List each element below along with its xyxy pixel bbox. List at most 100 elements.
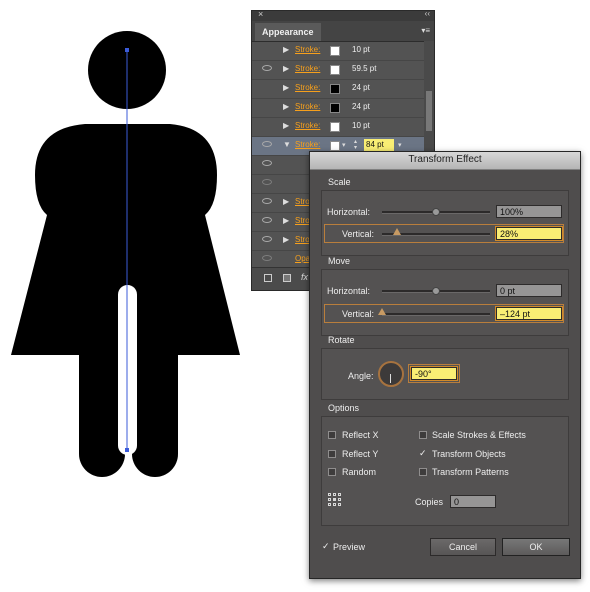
dialog-title: Transform Effect bbox=[408, 154, 482, 165]
add-stroke-icon[interactable] bbox=[264, 274, 272, 282]
appearance-row[interactable]: ▶ Stroke: 59.5 pt bbox=[252, 61, 424, 80]
stroke-weight-input[interactable]: 84 pt bbox=[364, 139, 394, 151]
stroke-link[interactable]: Stroke: bbox=[295, 140, 320, 149]
stroke-link[interactable]: Stro bbox=[295, 197, 310, 206]
scrollbar-thumb[interactable] bbox=[426, 91, 432, 131]
add-fill-icon[interactable] bbox=[283, 274, 291, 282]
move-vertical-input[interactable]: –124 pt bbox=[495, 306, 563, 321]
woman-figure-artwork[interactable] bbox=[0, 0, 250, 500]
expand-triangle-icon[interactable]: ▶ bbox=[283, 235, 289, 244]
visibility-eye-icon[interactable] bbox=[262, 141, 272, 147]
collapse-icon[interactable]: ‹‹ bbox=[425, 9, 430, 18]
transform-patterns-label[interactable]: Transform Patterns bbox=[432, 467, 509, 477]
close-icon[interactable]: × bbox=[258, 9, 263, 19]
appearance-row[interactable]: ▶ Stroke: 10 pt bbox=[252, 42, 424, 61]
appearance-row[interactable]: ▶ Stroke: 24 pt bbox=[252, 99, 424, 118]
move-horizontal-input[interactable]: 0 pt bbox=[496, 284, 562, 297]
stroke-swatch[interactable] bbox=[330, 141, 340, 151]
transform-patterns-checkbox[interactable] bbox=[419, 468, 427, 476]
expand-triangle-icon[interactable]: ▶ bbox=[283, 64, 289, 73]
move-group: Move Horizontal: 0 pt Vertical: –124 pt bbox=[321, 256, 569, 336]
rotate-group-title: Rotate bbox=[328, 335, 355, 345]
stroke-link[interactable]: Stroke: bbox=[295, 121, 320, 130]
expand-triangle-icon[interactable]: ▶ bbox=[283, 197, 289, 206]
cancel-button[interactable]: Cancel bbox=[430, 538, 496, 556]
move-group-title: Move bbox=[328, 256, 351, 266]
preview-label[interactable]: Preview bbox=[333, 542, 365, 552]
reflect-y-label[interactable]: Reflect Y bbox=[342, 449, 378, 459]
visibility-eye-icon[interactable] bbox=[262, 217, 272, 223]
scale-group: Scale Horizontal: 100% Vertical: 28% bbox=[321, 177, 569, 256]
transform-objects-checkbox[interactable]: ✓ bbox=[419, 448, 427, 459]
stroke-weight[interactable]: 10 pt bbox=[352, 121, 370, 130]
dialog-titlebar[interactable]: Transform Effect bbox=[310, 152, 580, 170]
scale-strokes-label[interactable]: Scale Strokes & Effects bbox=[432, 430, 526, 440]
stroke-weight[interactable]: 24 pt bbox=[352, 102, 370, 111]
appearance-row[interactable]: ▶ Stroke: 10 pt bbox=[252, 118, 424, 137]
random-checkbox[interactable] bbox=[328, 468, 336, 476]
selection-anchor-top bbox=[125, 48, 129, 52]
copies-label: Copies bbox=[415, 497, 444, 507]
options-group: Options Reflect X Reflect Y Random Scale… bbox=[321, 403, 569, 526]
stroke-swatch[interactable] bbox=[330, 103, 340, 113]
opacity-link[interactable]: Opa bbox=[295, 254, 310, 263]
move-vertical-knob[interactable] bbox=[378, 308, 386, 315]
ok-button[interactable]: OK bbox=[502, 538, 570, 556]
panel-menu-icon[interactable]: ▾≡ bbox=[421, 26, 430, 35]
reflect-x-label[interactable]: Reflect X bbox=[342, 430, 379, 440]
stroke-swatch[interactable] bbox=[330, 65, 340, 75]
reflect-x-checkbox[interactable] bbox=[328, 431, 336, 439]
visibility-eye-icon[interactable] bbox=[262, 236, 272, 242]
appearance-row[interactable]: ▶ Stroke: 24 pt bbox=[252, 80, 424, 99]
scale-horizontal-input[interactable]: 100% bbox=[496, 205, 562, 218]
stroke-link[interactable]: Stroke: bbox=[295, 64, 320, 73]
panel-tabbar: Appearance ▾≡ bbox=[252, 21, 434, 42]
rotate-angle-dial[interactable] bbox=[378, 361, 404, 387]
scale-vertical-input[interactable]: 28% bbox=[495, 226, 563, 241]
selection-anchor-bottom bbox=[125, 448, 129, 452]
rotate-angle-input[interactable]: -90° bbox=[410, 366, 458, 381]
move-vertical-slider[interactable] bbox=[382, 313, 490, 316]
stroke-weight[interactable]: 10 pt bbox=[352, 45, 370, 54]
fx-icon[interactable]: fx bbox=[301, 272, 308, 282]
expand-triangle-icon[interactable]: ▶ bbox=[283, 216, 289, 225]
scale-horizontal-knob[interactable] bbox=[432, 208, 440, 216]
visibility-eye-icon[interactable] bbox=[262, 255, 272, 261]
scale-vertical-knob[interactable] bbox=[393, 228, 401, 235]
visibility-eye-icon[interactable] bbox=[262, 198, 272, 204]
rotate-angle-label: Angle: bbox=[348, 371, 374, 381]
tab-appearance[interactable]: Appearance bbox=[255, 23, 321, 41]
expand-triangle-icon[interactable]: ▶ bbox=[283, 45, 289, 54]
visibility-eye-icon[interactable] bbox=[262, 179, 272, 185]
stroke-link[interactable]: Stro bbox=[295, 216, 310, 225]
scale-group-title: Scale bbox=[328, 177, 351, 187]
visibility-eye-icon[interactable] bbox=[262, 160, 272, 166]
copies-input[interactable]: 0 bbox=[450, 495, 496, 508]
random-label[interactable]: Random bbox=[342, 467, 376, 477]
weight-stepper-icon[interactable]: ▴ ▾ bbox=[354, 139, 357, 151]
weight-dropdown-icon[interactable]: ▾ bbox=[398, 141, 402, 149]
stroke-link[interactable]: Stroke: bbox=[295, 45, 320, 54]
scale-strokes-checkbox[interactable] bbox=[419, 431, 427, 439]
stroke-link[interactable]: Stroke: bbox=[295, 102, 320, 111]
stroke-swatch[interactable] bbox=[330, 122, 340, 132]
stroke-link[interactable]: Stroke: bbox=[295, 83, 320, 92]
stroke-swatch[interactable] bbox=[330, 46, 340, 56]
transform-objects-label[interactable]: Transform Objects bbox=[432, 449, 506, 459]
move-horizontal-knob[interactable] bbox=[432, 287, 440, 295]
visibility-eye-icon[interactable] bbox=[262, 65, 272, 71]
stroke-weight[interactable]: 24 pt bbox=[352, 83, 370, 92]
expand-triangle-icon[interactable]: ▶ bbox=[283, 83, 289, 92]
reference-point-icon[interactable] bbox=[328, 493, 342, 507]
expand-triangle-icon[interactable]: ▶ bbox=[283, 121, 289, 130]
panel-topbar: × ‹‹ bbox=[252, 9, 434, 21]
stroke-link[interactable]: Stro bbox=[295, 235, 310, 244]
preview-checkbox[interactable]: ✓ bbox=[322, 541, 330, 552]
expand-triangle-icon[interactable]: ▶ bbox=[283, 102, 289, 111]
collapse-triangle-icon[interactable]: ▼ bbox=[283, 140, 291, 149]
figure-right-leg bbox=[132, 280, 178, 477]
stroke-weight[interactable]: 59.5 pt bbox=[352, 64, 376, 73]
stroke-swatch[interactable] bbox=[330, 84, 340, 94]
reflect-y-checkbox[interactable] bbox=[328, 450, 336, 458]
swatch-dropdown-icon[interactable]: ▾ bbox=[342, 141, 346, 149]
